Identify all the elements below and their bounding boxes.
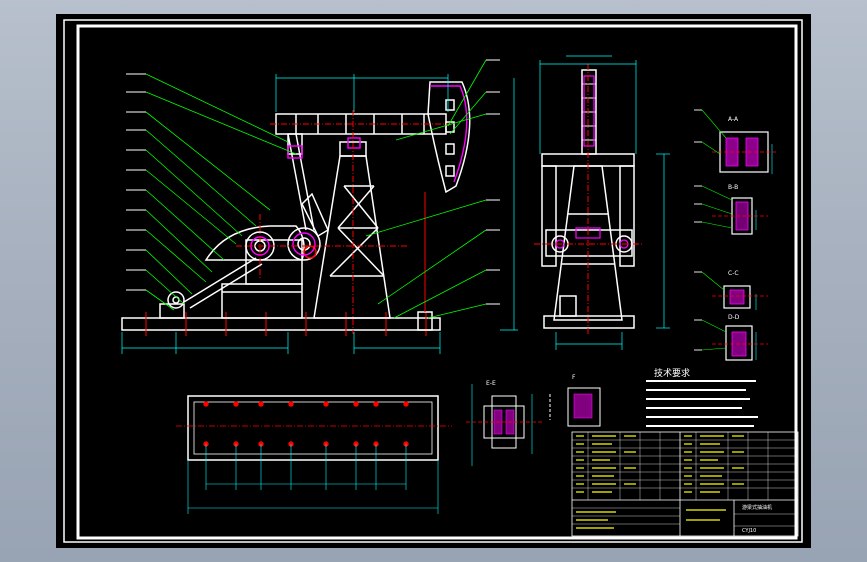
wellhead — [417, 311, 433, 331]
main-view-highlights — [250, 85, 468, 256]
pumping-unit-assembly-drawing — [63, 19, 803, 543]
base-plan — [187, 395, 439, 461]
section-label-f: F — [572, 374, 576, 381]
base-skid — [121, 317, 441, 331]
base-plan-holes — [203, 401, 409, 447]
part-leaders — [145, 59, 487, 319]
side-base — [543, 315, 635, 329]
section-details-magenta — [725, 137, 759, 357]
base-plan-view — [187, 395, 439, 461]
title-block-name: 游梁式抽油机 — [742, 505, 773, 511]
main-elevation-view — [121, 81, 471, 336]
main-dimensions — [121, 74, 518, 354]
brake-wheel — [167, 291, 185, 309]
inner-frame — [76, 24, 798, 540]
section-label-c: C-C — [728, 270, 739, 277]
gearbox-base — [221, 283, 303, 319]
base-plan-dims — [187, 444, 439, 514]
title-block-number: CYJ10 — [742, 528, 757, 534]
side-centerlines — [534, 64, 642, 336]
section-detail-leaders — [694, 109, 702, 351]
base-skid-bolts — [145, 312, 427, 336]
technical-notes-title: 技术要求 — [654, 369, 691, 379]
cad-viewport[interactable]: 技术要求 A-A B-B C-C D-D E-E F 游梁式抽油机 CYJ10 — [56, 14, 811, 548]
section-detail-dims — [755, 144, 773, 360]
pitman-arm — [287, 133, 307, 231]
outer-frame — [63, 19, 803, 543]
section-label-e: E-E — [486, 380, 496, 387]
section-label-d: D-D — [728, 314, 740, 321]
samson-post — [313, 155, 391, 319]
section-label-a: A-A — [728, 116, 739, 123]
section-centerlines — [712, 151, 776, 345]
main-centerlines — [236, 110, 454, 334]
section-label-b: B-B — [728, 184, 739, 191]
